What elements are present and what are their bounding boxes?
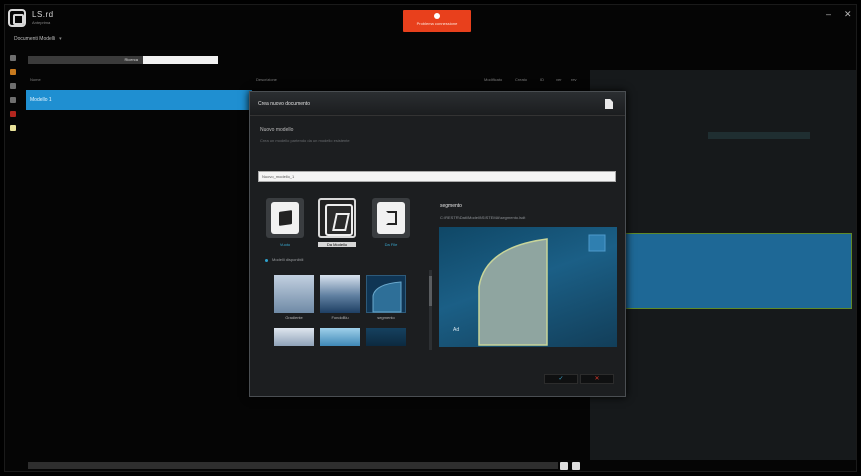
section-title: Nuovo modello: [260, 127, 294, 133]
preview-corner-label: Ad: [453, 327, 459, 333]
cube-icon: [279, 210, 292, 226]
column-header-modified[interactable]: Modificato: [484, 77, 502, 82]
connection-alert-button[interactable]: Problema connessione: [403, 10, 471, 32]
close-icon[interactable]: ✕: [844, 9, 852, 20]
source-empty-label: Vuoto: [279, 242, 291, 247]
section-description: Crea un modello partendo da un modello e…: [260, 138, 350, 143]
workspace-selector[interactable]: Documenti Modelli ▾: [14, 36, 62, 42]
cancel-icon: ✕: [594, 376, 600, 382]
template-thumb-5[interactable]: [320, 328, 360, 346]
model-name-field[interactable]: [258, 171, 616, 182]
connection-alert-text: Problema connessione: [416, 21, 458, 26]
source-template-face: [325, 204, 353, 236]
preview-panel-bar: [708, 132, 810, 139]
tree-bullet-icon: [265, 259, 268, 262]
template-label-gradiente: Gradiente: [285, 315, 303, 320]
dialog-title: Crea nuovo documento: [258, 101, 310, 107]
source-file-label: Da File: [384, 242, 398, 247]
column-header-name[interactable]: Nome: [30, 77, 41, 82]
ok-button[interactable]: ✓: [544, 374, 578, 384]
column-header-created[interactable]: Creato: [515, 77, 527, 82]
minimize-icon[interactable]: –: [826, 9, 831, 19]
horizontal-scrollbar[interactable]: [28, 462, 558, 469]
column-header-ver[interactable]: ver: [556, 77, 562, 82]
warning-icon: [434, 13, 440, 19]
column-header-rev[interactable]: rev: [571, 77, 577, 82]
chevron-down-icon: ▾: [59, 36, 62, 42]
preview-title: segmento: [440, 203, 462, 209]
app-logo-icon: [8, 9, 26, 27]
template-scrollbar-thumb[interactable]: [429, 276, 432, 306]
search-bar[interactable]: Ricerca: [28, 56, 218, 64]
app-subtitle: Anteprima: [32, 20, 51, 25]
template-thumb-6[interactable]: [366, 328, 406, 346]
template-thumb-fondoblu[interactable]: [320, 275, 360, 313]
template-thumb-segmento[interactable]: [366, 275, 406, 313]
preview-shape: Ad: [453, 234, 606, 346]
source-empty-face: [271, 202, 299, 234]
dialog-title-bar: Crea nuovo documento: [250, 92, 625, 116]
workspace-label: Documenti Modelli: [14, 36, 56, 42]
template-preview: Ad: [439, 227, 617, 347]
preview-path: C:\RESTR\Dati\Modelli\SISTEMA\segmento.l…: [440, 215, 526, 220]
check-icon: ✓: [558, 376, 564, 382]
search-label: Ricerca: [124, 57, 138, 62]
document-icon: [605, 99, 613, 109]
link-icon[interactable]: [10, 83, 16, 89]
app-name: LS.rd: [32, 10, 54, 19]
import-icon: [386, 211, 397, 225]
source-file-button[interactable]: [372, 198, 410, 238]
note-icon[interactable]: [10, 125, 16, 131]
segment-shape-icon: [372, 281, 402, 313]
template-icon: [332, 213, 350, 231]
side-rail: [10, 55, 18, 139]
tree-label[interactable]: Modelli disponibili: [272, 257, 303, 262]
preview-selection[interactable]: [624, 233, 852, 309]
folder-icon[interactable]: [10, 69, 16, 75]
alert-icon[interactable]: [10, 111, 16, 117]
column-header-id[interactable]: ID: [540, 77, 544, 82]
cancel-button[interactable]: ✕: [580, 374, 614, 384]
new-document-dialog: Crea nuovo documento Nuovo modello Crea …: [249, 91, 626, 397]
add-icon[interactable]: [560, 462, 568, 470]
refresh-icon[interactable]: [572, 462, 580, 470]
template-label-segmento: segmento: [377, 315, 395, 320]
documents-icon[interactable]: [10, 55, 16, 61]
settings-icon[interactable]: [10, 97, 16, 103]
search-input[interactable]: [143, 56, 218, 64]
source-file-face: [377, 202, 405, 234]
list-item-label: Modello 1: [30, 97, 52, 103]
template-thumb-gradiente[interactable]: [274, 275, 314, 313]
source-template-label: Da Modello: [318, 242, 356, 247]
list-item[interactable]: Modello 1: [26, 90, 252, 110]
column-header-description[interactable]: Descrizione: [256, 77, 277, 82]
source-template-button[interactable]: [318, 198, 356, 238]
source-empty-button[interactable]: [266, 198, 304, 238]
model-name-input[interactable]: [259, 172, 615, 181]
template-label-fondoblu: FondoBlu: [331, 315, 349, 320]
template-thumb-4[interactable]: [274, 328, 314, 346]
